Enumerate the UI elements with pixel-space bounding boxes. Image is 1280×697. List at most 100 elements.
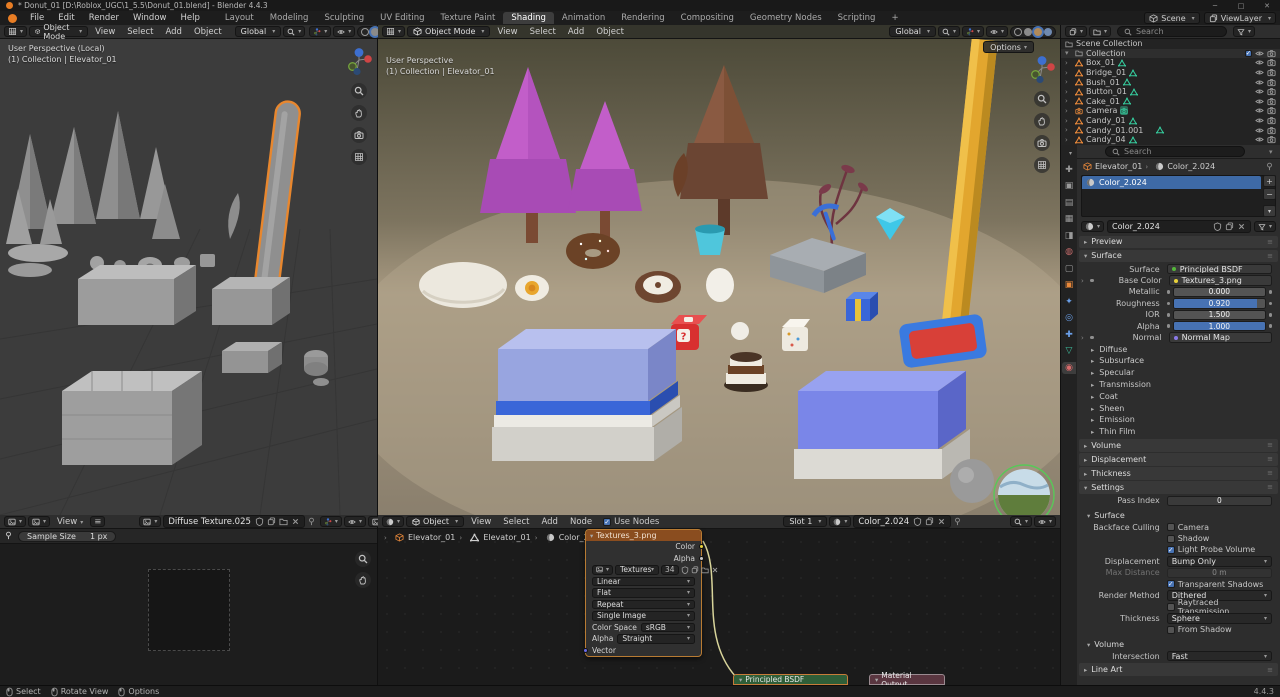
shading-material-icon[interactable] <box>1034 28 1042 36</box>
subpanel-diffuse[interactable]: Diffuse <box>1077 343 1280 355</box>
pin-icon[interactable] <box>307 517 316 527</box>
pan-tool-button[interactable] <box>351 105 367 121</box>
outliner-item[interactable]: ›Candy_01.001 <box>1061 125 1280 135</box>
slot-selector[interactable]: Slot 1 <box>783 516 827 527</box>
tab-collection[interactable]: ▢ <box>1062 263 1076 275</box>
zoom-tool-button[interactable] <box>355 551 371 567</box>
editor-type-icon[interactable] <box>4 26 27 37</box>
backface-shadow-checkbox[interactable] <box>1167 535 1175 543</box>
gizmos-icon[interactable] <box>320 516 342 527</box>
crumb-mesh[interactable]: Elevator_01 <box>483 533 530 542</box>
chevron-down-icon[interactable]: ▾ <box>1269 148 1276 156</box>
render-camera-icon[interactable] <box>1267 87 1276 96</box>
scene-collection-row[interactable]: Scene Collection <box>1061 39 1280 49</box>
max-distance-field[interactable]: 0 m <box>1167 568 1272 579</box>
breadcrumb-material[interactable]: Color_2.024 <box>1167 162 1215 171</box>
render-camera-icon[interactable] <box>1267 97 1276 106</box>
menu-object[interactable]: Object <box>591 27 629 37</box>
editor-type-icon[interactable] <box>4 516 26 527</box>
principled-bsdf-node[interactable]: Principled BSDF <box>733 674 848 685</box>
zoom-tool-button[interactable] <box>351 83 367 99</box>
duplicate-icon[interactable] <box>925 517 934 526</box>
pan-tool-button[interactable] <box>1034 113 1050 129</box>
panel-volume[interactable]: Volume≡ <box>1079 439 1278 452</box>
shading-wireframe-icon[interactable] <box>361 28 369 36</box>
pass-index-field[interactable]: 0 <box>1167 496 1272 507</box>
snapping-icon[interactable] <box>1010 516 1032 527</box>
tab-rendering[interactable]: Rendering <box>613 12 672 24</box>
editor-type-icon[interactable] <box>382 26 405 37</box>
snap-icon[interactable] <box>283 26 305 37</box>
menu-edit[interactable]: Edit <box>51 13 81 23</box>
pin-icon[interactable] <box>1265 162 1274 171</box>
tab-layout[interactable]: Layout <box>217 12 262 24</box>
settings-volume-header[interactable]: Volume <box>1077 638 1280 650</box>
subpanel-thin-film[interactable]: Thin Film <box>1077 426 1280 438</box>
users-count-badge[interactable]: 34 <box>661 565 679 575</box>
tab-modifiers[interactable]: ✦ <box>1062 296 1076 308</box>
subpanel-specular[interactable]: Specular <box>1077 367 1280 379</box>
tab-view-layer[interactable]: ▦ <box>1062 213 1076 225</box>
add-slot-button[interactable]: + <box>1263 175 1276 187</box>
alpha-mode-dropdown[interactable]: Straight <box>617 634 695 644</box>
panel-line-art[interactable]: Line Art≡ <box>1079 663 1278 676</box>
menu-view[interactable]: View <box>90 27 120 37</box>
editor-type-icon[interactable] <box>382 516 404 527</box>
viewlayer-selector[interactable]: ViewLayer <box>1204 12 1276 24</box>
browse-material-icon[interactable] <box>829 516 851 527</box>
panel-thickness[interactable]: Thickness≡ <box>1079 467 1278 480</box>
menu-add[interactable]: Add <box>161 27 187 37</box>
outliner-item[interactable]: ›Cake_01 <box>1061 97 1280 107</box>
menu-select[interactable]: Select <box>498 517 534 527</box>
material-output-node[interactable]: Material Output <box>869 674 945 685</box>
remove-slot-button[interactable]: − <box>1263 188 1276 200</box>
render-camera-icon[interactable] <box>1267 116 1276 125</box>
ortho-toggle-button[interactable] <box>1034 157 1050 173</box>
collection-checkbox[interactable]: ✓ <box>1245 50 1252 57</box>
viewport-solid[interactable]: Object Mode View Select Add Object Globa… <box>0 25 377 515</box>
material-name-field[interactable]: Color_2.024 <box>853 515 951 528</box>
open-image-folder-icon[interactable] <box>279 517 288 526</box>
outliner-item[interactable]: ›Candy_04 <box>1061 135 1280 145</box>
tab-modeling[interactable]: Modeling <box>262 12 317 24</box>
axis-gizmo[interactable] <box>1027 55 1057 85</box>
render-camera-icon[interactable] <box>1267 106 1276 115</box>
outliner-search-input[interactable]: Search <box>1117 26 1227 37</box>
source-dropdown[interactable]: Single Image <box>592 611 695 621</box>
blender-menu-icon[interactable] <box>8 14 17 23</box>
material-name-field[interactable]: Color_2.024 <box>1107 220 1251 233</box>
display-mode-icon[interactable] <box>1089 26 1111 37</box>
outliner-item[interactable]: ›Bridge_01 <box>1061 68 1280 78</box>
menu-view[interactable]: View <box>52 517 88 527</box>
menu-help[interactable]: Help <box>173 13 206 23</box>
base-color-button[interactable]: Textures_3.png <box>1169 275 1272 286</box>
tab-animation[interactable]: Animation <box>554 12 613 24</box>
menu-render[interactable]: Render <box>82 13 126 23</box>
orientation-selector[interactable]: Global <box>235 26 282 37</box>
browse-material-icon[interactable] <box>1081 221 1104 232</box>
subpanel-subsurface[interactable]: Subsurface <box>1077 355 1280 367</box>
scene-selector[interactable]: Scene <box>1144 12 1199 24</box>
hide-eye-icon[interactable] <box>1255 97 1264 106</box>
tab-object-data[interactable]: ▽ <box>1062 345 1076 357</box>
outliner-item[interactable]: ›Candy_01 <box>1061 116 1280 126</box>
material-slot-selected[interactable]: Color_2.024 <box>1082 176 1261 189</box>
unlink-icon[interactable] <box>1237 222 1246 231</box>
menu-add[interactable]: Add <box>563 27 589 37</box>
color-output-socket[interactable] <box>699 544 704 549</box>
crumb-object[interactable]: Elevator_01 <box>408 533 455 542</box>
mode-selector[interactable]: Object Mode <box>407 26 490 37</box>
tab-tool[interactable]: ✚ <box>1062 164 1076 176</box>
material-specials-icon[interactable] <box>1254 221 1276 232</box>
image-browse-icon[interactable] <box>28 516 50 527</box>
add-workspace-button[interactable]: + <box>883 12 906 24</box>
tab-constraints[interactable]: ✚ <box>1062 329 1076 341</box>
vector-input-socket[interactable] <box>583 648 588 653</box>
pan-tool-button[interactable] <box>355 572 371 588</box>
normal-map-button[interactable]: Normal Map <box>1169 332 1272 343</box>
render-camera-icon[interactable] <box>1267 135 1276 144</box>
eyedropper-icon[interactable] <box>4 531 13 541</box>
panel-settings[interactable]: Settings≡ <box>1079 481 1278 494</box>
hide-eye-icon[interactable] <box>1255 116 1264 125</box>
outliner-item[interactable]: ›Button_01 <box>1061 87 1280 97</box>
